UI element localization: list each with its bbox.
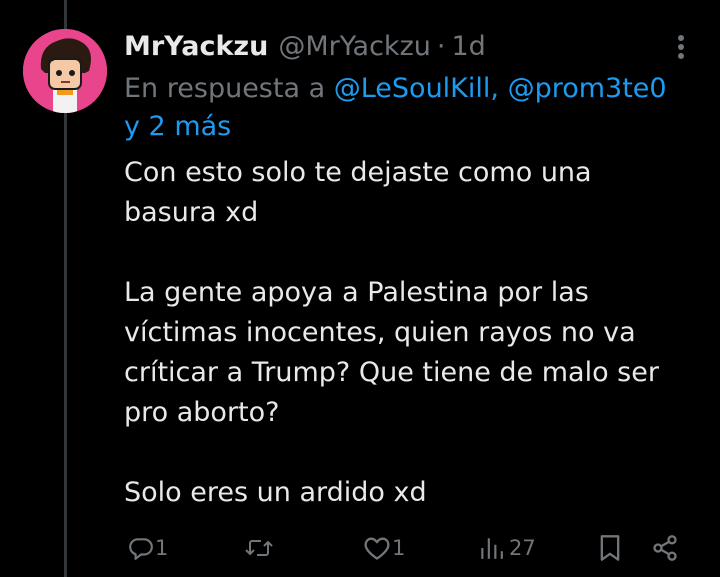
like-count: 1 xyxy=(392,536,406,560)
tweet-header: MrYackzu @MrYackzu · 1d xyxy=(124,26,486,66)
reply-context: En respuesta a @LeSoulKill, @prom3te0 y … xyxy=(124,70,694,146)
more-vertical-icon xyxy=(678,35,684,59)
heart-icon xyxy=(364,537,390,560)
text-line: víctimas inocentes, quien rayos no va xyxy=(124,317,636,348)
reply-icon xyxy=(129,538,153,560)
text-line: La gente apoya a Palestina por las xyxy=(124,277,589,308)
more-mentions-link[interactable]: y 2 más xyxy=(124,111,231,142)
tweet-text: Con esto solo te dejaste como una basura… xyxy=(124,153,684,513)
text-line: basura xd xyxy=(124,197,259,228)
mention-link[interactable]: @prom3te0 xyxy=(508,73,667,104)
views-icon xyxy=(481,538,503,559)
text-line: Solo eres un ardido xd xyxy=(124,477,427,508)
views-count: 27 xyxy=(509,536,536,560)
share-button[interactable] xyxy=(651,528,679,568)
tweet-actions-bar: 1 1 27 xyxy=(0,528,720,568)
avatar[interactable] xyxy=(23,29,107,113)
more-options-button[interactable] xyxy=(664,30,698,64)
bookmark-button[interactable] xyxy=(598,528,622,568)
reply-count: 1 xyxy=(155,536,169,560)
bookmark-icon xyxy=(600,535,620,561)
text-line: Con esto solo te dejaste como una xyxy=(124,157,592,188)
like-button[interactable]: 1 xyxy=(363,528,405,568)
text-line: críticar a Trump? Que tiene de malo ser xyxy=(124,357,659,388)
retweet-button[interactable] xyxy=(245,528,274,568)
text-line: pro aborto? xyxy=(124,397,280,428)
mention-link[interactable]: @LeSoulKill, xyxy=(334,73,499,104)
tweet-timestamp[interactable]: 1d xyxy=(451,31,485,62)
separator-dot: · xyxy=(436,30,446,62)
cartoon-avatar-icon xyxy=(23,29,107,113)
author-display-name[interactable]: MrYackzu xyxy=(124,31,268,62)
reply-context-prefix: En respuesta a xyxy=(124,73,326,104)
retweet-icon xyxy=(245,540,273,556)
reply-button[interactable]: 1 xyxy=(128,528,168,568)
author-handle[interactable]: @MrYackzu xyxy=(278,31,430,62)
share-icon xyxy=(653,535,677,561)
views-button[interactable]: 27 xyxy=(479,528,536,568)
